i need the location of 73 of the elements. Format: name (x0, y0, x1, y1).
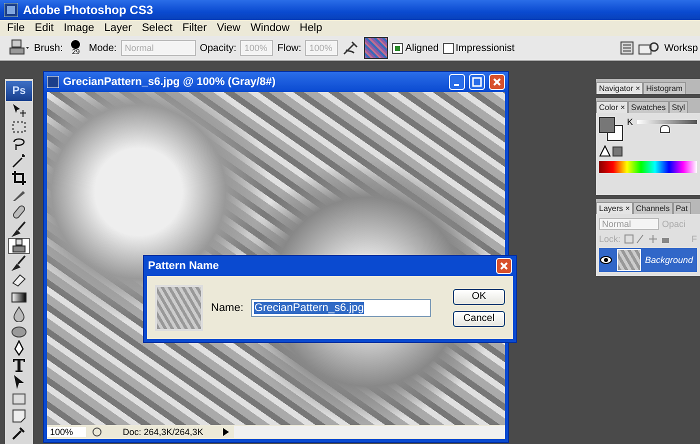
panel-tab[interactable]: Layers × (596, 202, 633, 214)
scrollbar[interactable] (234, 426, 505, 438)
menu-item[interactable]: Edit (30, 22, 59, 34)
lasso-icon[interactable] (11, 136, 27, 152)
wand-icon[interactable] (11, 153, 27, 169)
close-button[interactable] (489, 74, 505, 90)
panel-tab[interactable]: Histogram (643, 82, 686, 94)
maximize-icon[interactable] (472, 77, 482, 87)
dialog-button[interactable]: Cancel (453, 310, 505, 326)
close-icon[interactable] (499, 261, 509, 271)
document-title: GrecianPattern_s6.jpg @ 100% (Gray/8#) (63, 76, 276, 88)
menu-item[interactable]: File (2, 22, 30, 34)
opacity-label: Opacity: (200, 42, 236, 54)
menu-item[interactable]: Window (246, 22, 295, 34)
dialog-button[interactable]: OK (453, 288, 505, 304)
menu-item[interactable]: Select (136, 22, 178, 34)
maximize-button[interactable] (469, 74, 485, 90)
menu-item[interactable]: Filter (177, 22, 212, 34)
brush-label: Brush: (34, 42, 63, 54)
panel-tab[interactable]: Channels (632, 202, 673, 214)
panel-tab[interactable]: Color × (596, 101, 628, 113)
close-icon[interactable] (492, 77, 502, 87)
stamp-icon[interactable] (8, 39, 30, 57)
app-logo[interactable]: Ps (6, 81, 32, 101)
close-button[interactable] (496, 258, 512, 274)
dialog-title: Pattern Name (148, 260, 219, 272)
color-swatches-icon[interactable] (599, 117, 623, 141)
brush-icon[interactable] (11, 255, 27, 271)
layer-row[interactable]: Background (599, 248, 697, 272)
document-icon (47, 76, 59, 88)
mode-label: Mode: (88, 42, 117, 54)
checkbox[interactable]: Aligned (392, 42, 439, 54)
type-icon[interactable] (11, 357, 27, 373)
eye-icon[interactable] (600, 256, 612, 264)
checkbox[interactable]: Impressionist (442, 42, 515, 54)
eyedropper-icon[interactable] (11, 425, 27, 441)
eraser-icon[interactable] (11, 272, 27, 288)
panel-tab[interactable]: Pat (672, 202, 691, 214)
document-size: Doc: 264,3K/264,3K (122, 427, 204, 437)
rectangle-icon[interactable] (11, 391, 27, 407)
channel-label: K (627, 117, 634, 127)
minimize-button[interactable] (449, 74, 465, 90)
color-spectrum[interactable] (599, 161, 697, 173)
drop-icon[interactable] (11, 306, 27, 322)
panel-tab[interactable]: Styl (668, 101, 688, 113)
lock-options-icon[interactable] (624, 234, 670, 244)
name-input[interactable]: GrecianPattern_s6.jpg (251, 298, 432, 316)
crop-icon[interactable] (11, 170, 27, 186)
panel-tab[interactable]: Swatches (628, 101, 669, 113)
dashed-square-icon[interactable] (11, 119, 27, 135)
menu-item[interactable]: Layer (99, 22, 137, 34)
menu-item[interactable]: Image (58, 22, 100, 34)
zoom-field[interactable]: 100% (47, 427, 86, 437)
brush-icon[interactable] (11, 221, 27, 237)
menu-item[interactable]: Help (294, 22, 328, 34)
warning-icon[interactable] (599, 145, 623, 157)
flow-label: Flow: (277, 42, 302, 54)
tool-button[interactable] (8, 238, 30, 254)
pattern-thumbnail (155, 284, 203, 330)
panel-tab[interactable]: Navigator × (596, 82, 644, 94)
note-icon[interactable] (11, 408, 27, 424)
slider-thumb[interactable] (660, 125, 670, 133)
pattern-picker[interactable] (364, 37, 388, 59)
layer-name: Background (645, 255, 694, 265)
triangle-icon[interactable] (222, 427, 230, 437)
layer-thumbnail (617, 249, 641, 271)
window-title: Adobe Photoshop CS3 (23, 3, 153, 17)
menu-item[interactable]: View (212, 22, 246, 34)
stamp-icon[interactable] (11, 238, 27, 254)
app-icon (4, 3, 18, 17)
name-label: Name: (211, 302, 244, 314)
move-icon[interactable] (11, 102, 27, 118)
workspace-menu[interactable]: Worksp (664, 42, 700, 54)
